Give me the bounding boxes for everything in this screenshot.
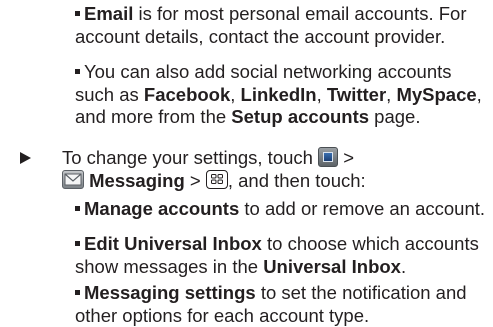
apps-launcher-icon (318, 147, 339, 168)
manage-accounts-description: to add or remove an account. (239, 198, 486, 219)
separator: , (386, 83, 397, 105)
step-text: To change your settings, touch > Messagi… (62, 147, 482, 192)
step-end: , and then touch: (227, 169, 366, 191)
email-description: is for most personal email accounts. For… (75, 3, 467, 47)
bullet-marker (75, 289, 80, 295)
bullet-marker (75, 10, 80, 16)
step-gt: > (338, 147, 355, 168)
messaging-settings-term: Messaging settings (84, 282, 256, 303)
step-intro: To change your settings, touch (62, 147, 319, 168)
edit-universal-inbox-term: Edit Universal Inbox (84, 233, 262, 254)
bullet-messaging-settings: Messaging settings to set the notificati… (75, 282, 490, 327)
setup-accounts-term: Setup accounts (231, 106, 370, 127)
period: . (400, 255, 407, 277)
separator: , (316, 83, 327, 105)
manage-accounts-term: Manage accounts (84, 198, 240, 219)
messaging-envelope-icon (62, 170, 84, 190)
twitter-term: Twitter (326, 83, 387, 105)
bullet-social-networking: You can also add social networking accou… (75, 61, 490, 129)
separator: , (230, 83, 241, 105)
bullet-marker (75, 205, 80, 211)
step-arrow-icon (20, 152, 31, 164)
myspace-term: MySpace (396, 83, 477, 105)
bullet-marker (75, 68, 80, 74)
bullet-marker (75, 240, 80, 246)
menu-key-icon (205, 170, 228, 190)
messaging-term: Messaging (89, 169, 185, 191)
step-gt: > (184, 169, 206, 191)
bullet-manage-accounts: Manage accounts to add or remove an acco… (75, 198, 490, 221)
bullet-email: Email is for most personal email account… (75, 3, 490, 48)
social-end: page. (369, 106, 421, 127)
bullet-edit-universal-inbox: Edit Universal Inbox to choose which acc… (75, 233, 490, 278)
linkedin-term: LinkedIn (240, 83, 317, 105)
email-term: Email (84, 3, 134, 24)
facebook-term: Facebook (143, 83, 231, 105)
manual-page: Email is for most personal email account… (0, 0, 493, 326)
universal-inbox-term: Universal Inbox (263, 255, 401, 277)
